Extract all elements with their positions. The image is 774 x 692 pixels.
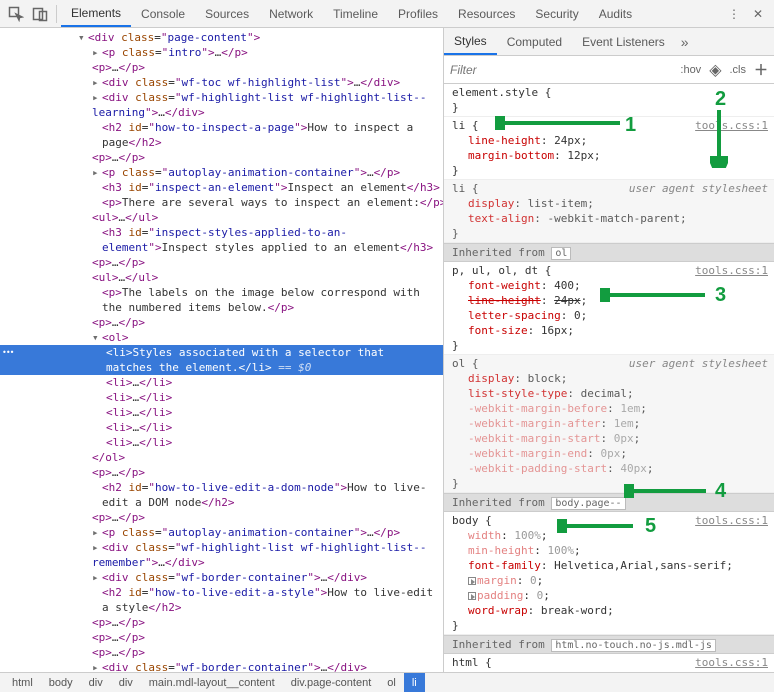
breadcrumb-item[interactable]: ol [379,673,404,692]
chevrons-icon[interactable]: » [681,34,689,50]
tab-console[interactable]: Console [131,0,195,27]
tab-resources[interactable]: Resources [448,0,525,27]
source-link[interactable]: tools.css:1 [695,264,768,277]
breadcrumb-item[interactable]: li [404,673,425,692]
elements-dom-tree[interactable]: ▾<div class="page-content">▸<p class="in… [0,28,443,672]
styles-tab-styles[interactable]: Styles [444,28,497,55]
tab-network[interactable]: Network [259,0,323,27]
tab-sources[interactable]: Sources [195,0,259,27]
cls-toggle[interactable]: .cls [730,64,747,76]
inspect-icon[interactable] [4,2,28,26]
styles-filter-input[interactable] [450,63,672,77]
source-link[interactable]: tools.css:1 [695,119,768,132]
hov-toggle[interactable]: :hov [680,64,701,76]
tab-profiles[interactable]: Profiles [388,0,448,27]
devtools-toolbar: Elements Console Sources Network Timelin… [0,0,774,28]
source-link[interactable]: tools.css:1 [695,656,768,669]
breadcrumb-item[interactable]: div [81,673,111,692]
tab-security[interactable]: Security [525,0,588,27]
toolbar-tabs: Elements Console Sources Network Timelin… [61,0,642,27]
tab-timeline[interactable]: Timeline [323,0,388,27]
styles-tabs: Styles Computed Event Listeners » [444,28,774,56]
styles-panel: Styles Computed Event Listeners » :hov ◈… [443,28,774,672]
styles-filter-row: :hov ◈ .cls ＋ [444,56,774,84]
breadcrumb-item[interactable]: div.page-content [283,673,380,692]
device-icon[interactable] [28,2,52,26]
breadcrumb-item[interactable]: div [111,673,141,692]
diamond-icon[interactable]: ◈ [709,60,721,80]
styles-tab-computed[interactable]: Computed [497,28,572,55]
source-link[interactable]: tools.css:1 [695,514,768,527]
tab-elements[interactable]: Elements [61,0,131,27]
add-rule-icon[interactable]: ＋ [754,60,768,80]
more-icon[interactable]: ⋮ [722,2,746,26]
breadcrumb-item[interactable]: body [41,673,81,692]
breadcrumb-item[interactable]: main.mdl-layout__content [141,673,283,692]
breadcrumbs[interactable]: htmlbodydivdivmain.mdl-layout__contentdi… [0,672,774,692]
styles-rules[interactable]: element.style {}tools.css:1li {line-heig… [444,84,774,672]
tab-audits[interactable]: Audits [589,0,642,27]
styles-tab-events[interactable]: Event Listeners [572,28,675,55]
breadcrumb-item[interactable]: html [4,673,41,692]
close-icon[interactable]: ✕ [746,2,770,26]
